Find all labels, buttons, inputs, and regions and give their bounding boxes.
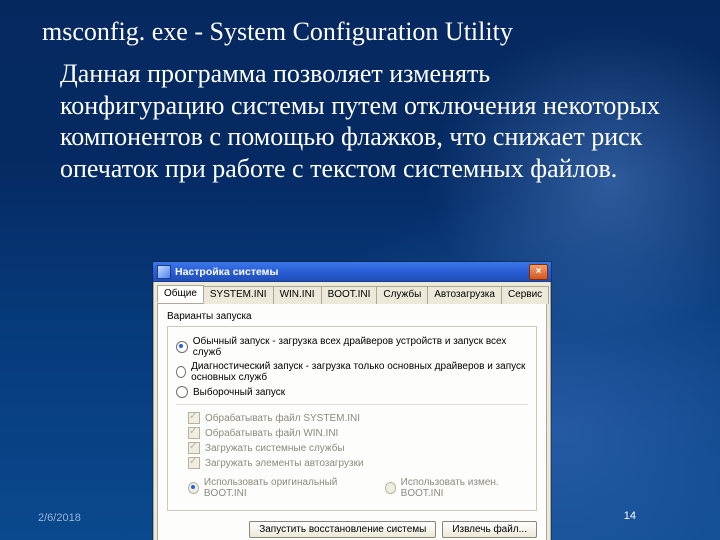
checkbox-icon <box>188 442 200 454</box>
check-label: Обрабатывать файл WIN.INI <box>205 428 338 439</box>
tab-startup[interactable]: Автозагрузка <box>427 286 502 304</box>
selective-options: Обрабатывать файл SYSTEM.INI Обрабатыват… <box>176 404 528 502</box>
panel-button-row: Запустить восстановление системы Извлечь… <box>167 521 537 538</box>
radio-label: Использовать оригинальный BOOT.INI <box>204 477 363 499</box>
radio-modified-bootini: Использовать измен. BOOT.INI <box>385 477 528 499</box>
tab-general[interactable]: Общие <box>157 285 204 303</box>
startup-options-fieldset: Обычный запуск - загрузка всех драйверов… <box>167 326 537 511</box>
startup-options-label: Варианты запуска <box>167 311 537 322</box>
radio-label: Использовать измен. BOOT.INI <box>401 477 528 499</box>
slide: msconfig. exe - System Configuration Uti… <box>0 0 720 540</box>
launch-system-restore-button[interactable]: Запустить восстановление системы <box>249 521 436 538</box>
tab-tools[interactable]: Сервис <box>501 286 549 304</box>
client-area: Общие SYSTEM.INI WIN.INI BOOT.INI Службы… <box>153 282 551 540</box>
radio-normal-startup[interactable]: Обычный запуск - загрузка всех драйверов… <box>176 336 528 358</box>
radio-icon <box>176 341 188 353</box>
checkbox-icon <box>188 457 200 469</box>
radio-icon <box>188 482 199 494</box>
tabstrip: Общие SYSTEM.INI WIN.INI BOOT.INI Службы… <box>154 282 550 303</box>
window-title: Настройка системы <box>175 266 525 278</box>
radio-label: Выборочный запуск <box>193 387 285 398</box>
radio-icon <box>176 386 188 398</box>
bootini-choice: Использовать оригинальный BOOT.INI Испол… <box>188 474 528 502</box>
check-label: Загружать элементы автозагрузки <box>205 458 364 469</box>
radio-label: Обычный запуск - загрузка всех драйверов… <box>193 336 528 358</box>
system-config-window: Настройка системы × Общие SYSTEM.INI WIN… <box>153 262 551 540</box>
radio-icon <box>176 366 186 378</box>
checkbox-icon <box>188 427 200 439</box>
check-load-startup: Загружать элементы автозагрузки <box>188 457 528 469</box>
radio-selective-startup[interactable]: Выборочный запуск <box>176 386 528 398</box>
close-button[interactable]: × <box>529 264 548 280</box>
radio-diagnostic-startup[interactable]: Диагностический запуск - загрузка только… <box>176 361 528 383</box>
slide-date: 2/6/2018 <box>38 512 81 524</box>
radio-icon <box>385 482 396 494</box>
check-label: Обрабатывать файл SYSTEM.INI <box>205 413 360 424</box>
check-label: Загружать системные службы <box>205 443 345 454</box>
tab-services[interactable]: Службы <box>376 286 428 304</box>
radio-original-bootini: Использовать оригинальный BOOT.INI <box>188 477 363 499</box>
slide-body: Данная программа позволяет изменять конф… <box>60 58 660 185</box>
radio-label: Диагностический запуск - загрузка только… <box>191 361 528 383</box>
titlebar[interactable]: Настройка системы × <box>153 262 551 282</box>
general-panel: Варианты запуска Обычный запуск - загруз… <box>157 303 547 540</box>
tab-winini[interactable]: WIN.INI <box>273 286 322 304</box>
extract-file-button[interactable]: Извлечь файл... <box>442 521 537 538</box>
check-process-winini: Обрабатывать файл WIN.INI <box>188 427 528 439</box>
app-icon <box>157 265 171 279</box>
check-process-systemini: Обрабатывать файл SYSTEM.INI <box>188 412 528 424</box>
tab-systemini[interactable]: SYSTEM.INI <box>203 286 274 304</box>
slide-title: msconfig. exe - System Configuration Uti… <box>42 18 680 47</box>
slide-number: 14 <box>624 510 636 522</box>
tab-bootini[interactable]: BOOT.INI <box>321 286 378 304</box>
checkbox-icon <box>188 412 200 424</box>
check-load-services: Загружать системные службы <box>188 442 528 454</box>
